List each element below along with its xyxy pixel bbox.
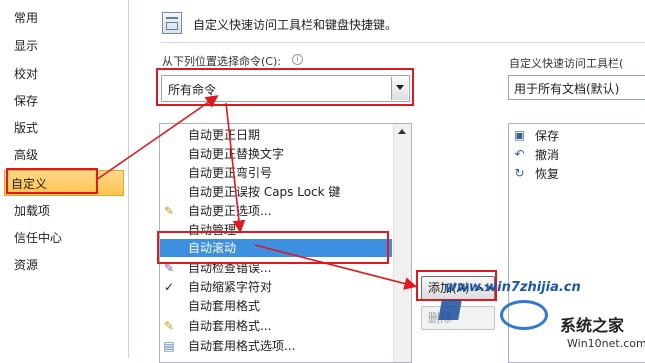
watermark-site: www.win7zhijia.cn — [445, 280, 581, 295]
arrow-to-add-button — [254, 244, 418, 290]
arrow-to-selected-item — [225, 102, 246, 234]
swirl-logo-icon — [500, 300, 548, 330]
watermark-brand: 系统之家 — [560, 316, 625, 335]
windows-logo-icon — [438, 300, 462, 320]
annotation-arrows — [95, 95, 418, 290]
watermark-url: Win10net.com — [567, 337, 645, 350]
arrow-to-dropdown — [95, 95, 219, 181]
